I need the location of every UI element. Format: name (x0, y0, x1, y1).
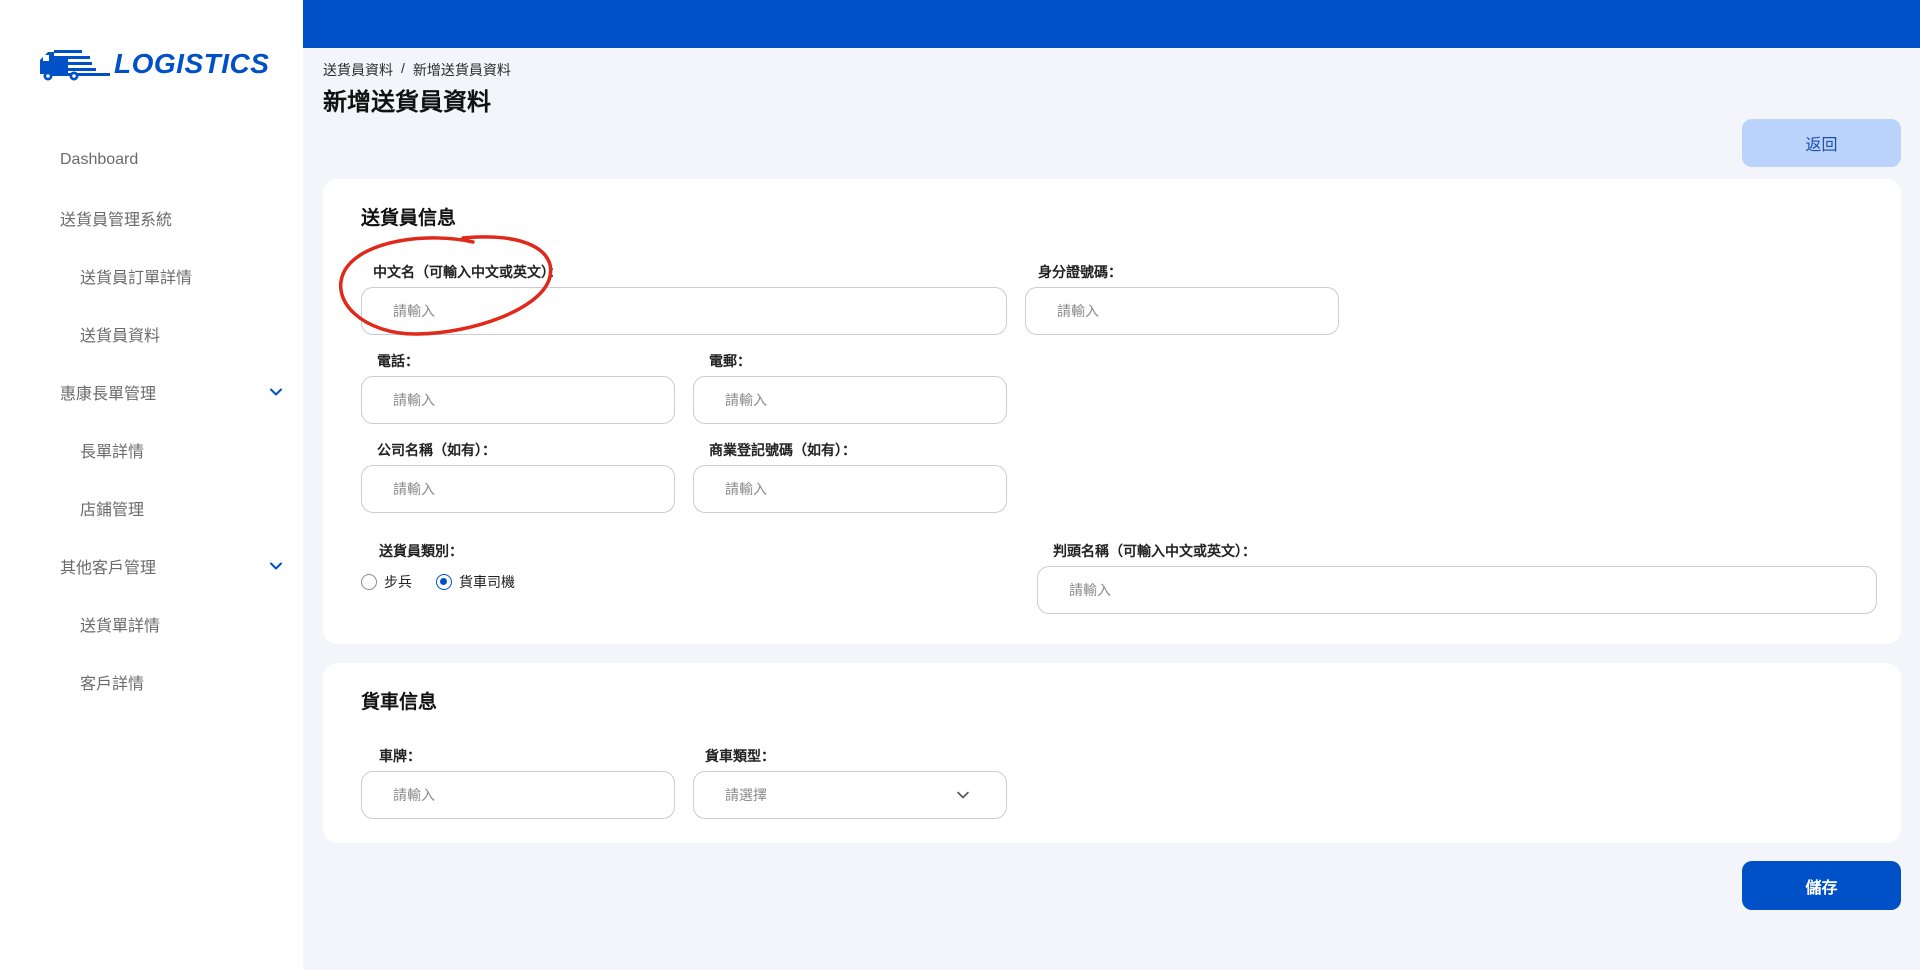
sidebar-item-label: 送貨員管理系統 (60, 212, 173, 229)
section-title: 貨車信息 (361, 692, 438, 713)
sidebar-item-label: 客戶詳情 (80, 676, 145, 693)
sidebar-item-label: 送貨員資料 (80, 328, 161, 345)
sidebar-item-label: Dashboard (60, 151, 139, 168)
sidebar-nav: Dashboard 送貨員管理系統 送貨員訂單詳情 送貨員資料 惠康長單管理 長… (0, 131, 303, 711)
sidebar-item-label: 其他客戶管理 (60, 560, 157, 577)
radio-foot-courier[interactable]: 步兵 (361, 572, 412, 592)
sidebar-item-delivery-notes[interactable]: 送貨單詳情 (0, 595, 303, 653)
br-number-label: 商業登記號碼（如有）： (709, 442, 856, 458)
br-number-input[interactable] (693, 465, 1007, 513)
courier-type-label: 送貨員類別： (379, 543, 463, 559)
id-number-input[interactable] (1025, 287, 1339, 335)
truck-info-card: 貨車信息 車牌： 貨車類型： 請選擇 (323, 663, 1901, 843)
phone-input[interactable] (361, 376, 675, 424)
back-button[interactable]: 返回 (1742, 119, 1901, 167)
radio-label: 步兵 (384, 574, 412, 590)
sidebar-item-client-details[interactable]: 客戶詳情 (0, 653, 303, 711)
chevron-down-icon (957, 791, 969, 799)
radio-label: 貨車司機 (459, 574, 515, 590)
radio-circle (361, 574, 377, 590)
sidebar-item-dashboard[interactable]: Dashboard (0, 131, 303, 189)
chinese-name-label: 中文名（可輸入中文或英文）： (373, 264, 562, 280)
truck-type-select[interactable]: 請選擇 (693, 771, 1007, 819)
plate-input[interactable] (361, 771, 675, 819)
sidebar-item-courier-profile[interactable]: 送貨員資料 (0, 305, 303, 363)
sidebar-item-label: 送貨單詳情 (80, 618, 161, 635)
sidebar-item-courier-orders[interactable]: 送貨員訂單詳情 (0, 247, 303, 305)
courier-type-radio-group: 步兵 貨車司機 (361, 572, 539, 592)
brand-logo[interactable]: LOGISTICS (38, 44, 269, 84)
chevron-down-icon (270, 562, 282, 570)
company-name-label: 公司名稱（如有）： (377, 442, 496, 458)
email-input[interactable] (693, 376, 1007, 424)
truck-icon (40, 50, 110, 81)
contractor-name-input[interactable] (1037, 566, 1877, 614)
sidebar-item-label: 長單詳情 (80, 444, 145, 461)
breadcrumb-current: 新增送貨員資料 (412, 62, 511, 78)
sidebar-item-long-order-details[interactable]: 長單詳情 (0, 421, 303, 479)
sidebar-item-store-management[interactable]: 店鋪管理 (0, 479, 303, 537)
sidebar-item-label: 送貨員訂單詳情 (80, 270, 193, 287)
email-label: 電郵： (709, 353, 751, 369)
breadcrumb: 送貨員資料 / 新增送貨員資料 (323, 60, 511, 80)
sidebar-item-label: 惠康長單管理 (60, 386, 157, 403)
sidebar-item-label: 店鋪管理 (80, 502, 145, 519)
section-title: 送貨員信息 (361, 208, 457, 229)
sidebar-item-courier-system[interactable]: 送貨員管理系統 (0, 189, 303, 247)
chevron-down-icon (270, 388, 282, 396)
breadcrumb-parent[interactable]: 送貨員資料 (323, 60, 393, 80)
id-number-label: 身分證號碼： (1038, 264, 1122, 280)
sidebar-item-wellcome-orders[interactable]: 惠康長單管理 (0, 363, 303, 421)
sidebar-item-other-clients[interactable]: 其他客戶管理 (0, 537, 303, 595)
select-placeholder: 請選擇 (725, 787, 767, 803)
courier-info-card: 送貨員信息 中文名（可輸入中文或英文）： 身分證號碼： 電話： 電郵： 公司名稱… (323, 179, 1901, 644)
plate-label: 車牌： (379, 748, 421, 764)
top-bar (303, 0, 1920, 48)
sidebar: LOGISTICS Dashboard 送貨員管理系統 送貨員訂單詳情 送貨員資… (0, 0, 303, 970)
breadcrumb-separator: / (401, 60, 405, 76)
company-name-input[interactable] (361, 465, 675, 513)
page-title: 新增送貨員資料 (323, 89, 491, 116)
radio-circle (436, 574, 452, 590)
contractor-name-label: 判頭名稱（可輸入中文或英文）： (1053, 543, 1256, 559)
chinese-name-input[interactable] (361, 287, 1007, 335)
radio-truck-driver[interactable]: 貨車司機 (436, 572, 515, 592)
truck-type-label: 貨車類型： (705, 748, 775, 764)
save-button[interactable]: 儲存 (1742, 861, 1901, 910)
phone-label: 電話： (377, 353, 419, 369)
brand-name: LOGISTICS (114, 48, 270, 79)
